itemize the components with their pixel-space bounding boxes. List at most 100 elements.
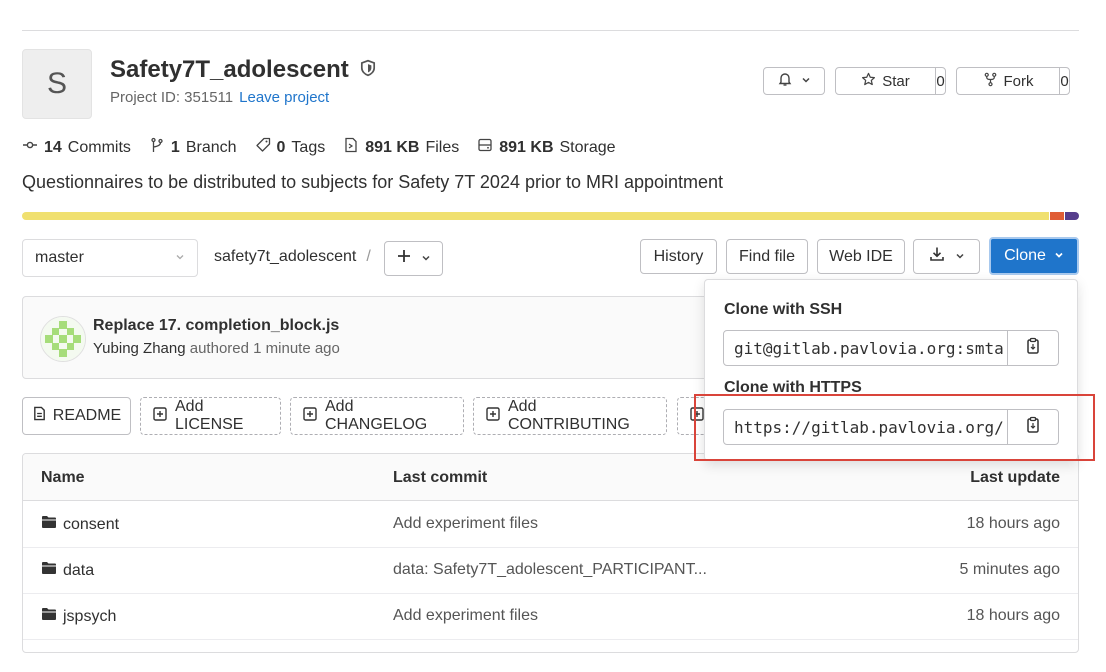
header-last-commit: Last commit [393, 469, 488, 486]
chevron-down-icon [801, 72, 811, 90]
shield-icon [359, 56, 377, 84]
star-icon [861, 72, 876, 91]
star-count[interactable]: 0 [935, 68, 945, 94]
project-meta: Project ID: 351511 Leave project [110, 89, 329, 106]
file-name: consent [63, 515, 120, 533]
star-button-group: Star 0 [835, 67, 946, 95]
language-bar-segment [1049, 212, 1065, 220]
fork-button-group: Fork 0 [956, 67, 1070, 95]
fork-button[interactable]: Fork [957, 68, 1059, 94]
plus-square-icon [486, 406, 500, 426]
branch-dropdown[interactable]: master [22, 239, 198, 277]
files-size: 891 KB [365, 138, 420, 156]
add-contributing-button[interactable]: Add CONTRIBUTING [473, 397, 667, 435]
last-commit-panel [22, 296, 712, 379]
plus-icon [397, 249, 411, 268]
clone-label: Clone [1004, 247, 1046, 264]
language-bar-segment [22, 212, 1049, 220]
project-title-row: Safety7T_adolescent [110, 56, 377, 84]
add-changelog-label: Add CHANGELOG [325, 398, 428, 433]
table-row[interactable]: jspsych Add experiment files 18 hours ag… [23, 593, 1078, 640]
readme-label: README [52, 407, 122, 424]
folder-icon [41, 561, 57, 580]
web-ide-button[interactable]: Web IDE [817, 239, 905, 274]
chevron-down-icon [421, 250, 431, 268]
chevron-down-icon [955, 248, 965, 266]
commits-label: Commits [67, 138, 131, 156]
files-stat[interactable]: 891 KB Files [343, 137, 459, 158]
chevron-down-icon [175, 249, 185, 267]
project-avatar-letter: S [46, 67, 67, 100]
plus-square-icon [303, 406, 317, 426]
file-last-commit[interactable]: Add experiment files [393, 607, 538, 625]
project-description: Questionnaires to be distributed to subj… [22, 172, 724, 192]
commits-stat[interactable]: 14 Commits [22, 137, 131, 158]
commit-icon [22, 137, 38, 158]
fork-icon [983, 72, 998, 91]
branch-count: 1 [170, 138, 180, 156]
readme-button[interactable]: README [22, 397, 131, 435]
file-name-cell[interactable]: data [41, 561, 94, 580]
download-dropdown-button[interactable] [913, 239, 980, 274]
add-changelog-button[interactable]: Add CHANGELOG [290, 397, 464, 435]
copy-icon [1025, 337, 1041, 360]
commit-title[interactable]: Replace 17. completion_block.js [93, 317, 339, 335]
fork-label: Fork [1003, 72, 1034, 90]
storage-stat: 891 KB Storage [477, 137, 616, 158]
table-row[interactable]: consent Add experiment files 18 hours ag… [23, 501, 1078, 548]
plus-square-icon [153, 406, 167, 426]
language-bar-segment [1065, 212, 1079, 220]
find-file-button[interactable]: Find file [726, 239, 808, 274]
fork-count[interactable]: 0 [1059, 68, 1069, 94]
file-icon [343, 137, 359, 158]
leave-project-link[interactable]: Leave project [239, 89, 329, 106]
file-table: Name Last commit Last update consent Add… [22, 453, 1079, 653]
clone-ssh-url[interactable]: git@gitlab.pavlovia.org:smta [724, 331, 1007, 365]
file-name-cell[interactable]: consent [41, 515, 119, 534]
commit-meta: Yubing Zhang authored 1 minute ago [93, 340, 340, 357]
add-license-button[interactable]: Add LICENSE [140, 397, 281, 435]
breadcrumb-project[interactable]: safety7t_adolescent [214, 248, 356, 266]
notification-dropdown-button[interactable] [763, 67, 825, 95]
tags-count: 0 [276, 138, 286, 156]
folder-icon [41, 607, 57, 626]
add-to-tree-dropdown-button[interactable] [384, 241, 443, 276]
file-last-update: 18 hours ago [966, 607, 1060, 624]
top-divider [22, 30, 1079, 31]
bell-icon [777, 71, 793, 92]
author-avatar[interactable] [40, 316, 86, 362]
copy-ssh-button[interactable] [1007, 331, 1058, 365]
branch-stat[interactable]: 1 Branch [149, 137, 237, 158]
file-name-cell[interactable]: jspsych [41, 607, 116, 626]
branch-label: Branch [185, 138, 237, 156]
folder-icon [41, 515, 57, 534]
header-last-update: Last update [970, 469, 1060, 486]
clone-ssh-field: git@gitlab.pavlovia.org:smta [723, 330, 1059, 366]
star-label: Star [882, 72, 910, 90]
files-label: Files [425, 138, 460, 156]
file-last-commit[interactable]: data: Safety7T_adolescent_PARTICIPANT... [393, 561, 707, 579]
commits-count: 14 [44, 138, 62, 156]
add-contributing-label: Add CONTRIBUTING [508, 398, 630, 433]
file-last-commit[interactable]: Add experiment files [393, 515, 538, 533]
tags-label: Tags [291, 138, 326, 156]
clone-ssh-label: Clone with SSH [724, 301, 843, 318]
document-icon [32, 406, 47, 426]
storage-size: 891 KB [499, 138, 554, 156]
project-avatar: S [22, 49, 92, 119]
history-button[interactable]: History [640, 239, 717, 274]
file-last-update: 5 minutes ago [959, 561, 1060, 578]
file-last-update: 18 hours ago [966, 515, 1060, 532]
file-name: jspsych [63, 607, 117, 625]
table-row[interactable]: data data: Safety7T_adolescent_PARTICIPA… [23, 547, 1078, 594]
commit-author[interactable]: Yubing Zhang [93, 340, 186, 357]
https-highlight-box [694, 394, 1095, 461]
branch-icon [149, 137, 165, 158]
tags-stat[interactable]: 0 Tags [255, 137, 326, 158]
download-icon [929, 246, 945, 267]
clone-button[interactable]: Clone [989, 237, 1079, 275]
chevron-down-icon [1054, 247, 1064, 265]
breadcrumb: safety7t_adolescent / [214, 248, 371, 266]
commit-time: 1 minute ago [253, 340, 340, 357]
star-button[interactable]: Star [836, 68, 935, 94]
